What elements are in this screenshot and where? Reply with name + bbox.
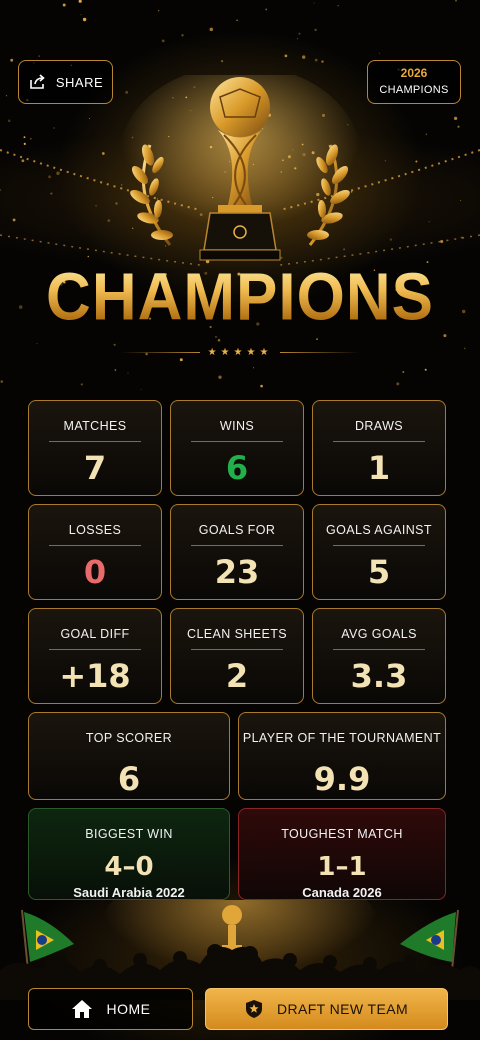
trophy-illustration (120, 75, 360, 261)
stat-card-wins: WINS 6 (170, 400, 304, 496)
home-label: HOME (106, 1001, 151, 1017)
stat-card-avg-goals: AVG GOALS 3.3 (312, 608, 446, 704)
stat-label: BIGGEST WIN (85, 827, 173, 841)
stat-detail: Canada 2026 (302, 885, 382, 900)
stat-value: 6 (117, 760, 141, 798)
stat-label: GOAL DIFF (60, 627, 130, 641)
stat-card-goals-against: GOALS AGAINST 5 (312, 504, 446, 600)
stat-value: 0 (83, 553, 107, 591)
stat-label: AVG GOALS (341, 627, 417, 641)
stat-separator (332, 649, 426, 650)
share-label: SHARE (55, 74, 104, 90)
stat-card-draws: DRAWS 1 (312, 400, 446, 496)
stat-separator (190, 441, 284, 442)
stat-separator (332, 441, 426, 442)
stat-label: WINS (219, 419, 255, 433)
stat-card-losses: LOSSES 0 (28, 504, 162, 600)
divider-line-left (120, 351, 200, 353)
title-divider: ★★★★★ (120, 345, 361, 359)
stat-label: TOP SCORER (85, 731, 173, 745)
stat-detail: Saudi Arabia 2022 (73, 885, 185, 900)
stat-value: 1–1 (317, 852, 367, 882)
badge-text: CHAMPIONS (379, 84, 449, 96)
stat-label: TOUGHEST MATCH (281, 827, 403, 841)
stat-label: GOALS AGAINST (326, 523, 432, 537)
stat-label: PLAYER OF THE TOURNAMENT (242, 731, 442, 745)
stat-card-top-scorer: TOP SCORER 6 (28, 712, 230, 800)
stat-value: 9.9 (313, 760, 371, 798)
stat-value: 5 (367, 553, 391, 591)
stat-card-clean-sheets: CLEAN SHEETS 2 (170, 608, 304, 704)
divider-stars: ★★★★★ (207, 346, 273, 358)
stat-separator (190, 545, 284, 546)
stat-value: 3.3 (350, 657, 408, 695)
share-button[interactable]: SHARE (18, 60, 113, 104)
page-title: CHAMPIONS (0, 259, 480, 336)
stat-label: DRAWS (354, 419, 404, 433)
stat-card-matches: MATCHES 7 (28, 400, 162, 496)
stat-card-player-of-tournament: PLAYER OF THE TOURNAMENT 9.9 (238, 712, 446, 800)
stat-value: +18 (59, 657, 131, 695)
shield-star-icon (245, 1000, 262, 1018)
home-icon (71, 1000, 92, 1018)
champions-badge: 2026 CHAMPIONS (367, 60, 461, 104)
stat-value: 23 (214, 553, 260, 591)
stat-value: 6 (225, 449, 249, 487)
stat-card-toughest-match: TOUGHEST MATCH 1–1 Canada 2026 (238, 808, 446, 900)
stat-value: 7 (83, 449, 107, 487)
stat-label: CLEAN SHEETS (187, 627, 287, 641)
stat-separator (190, 649, 284, 650)
stat-card-goals-for: GOALS FOR 23 (170, 504, 304, 600)
stat-value: 4–0 (104, 852, 154, 882)
share-icon (30, 74, 45, 89)
stat-value: 1 (367, 449, 391, 487)
stat-label: MATCHES (63, 419, 127, 433)
stat-separator (48, 545, 142, 546)
stat-card-goal-diff: GOAL DIFF +18 (28, 608, 162, 704)
stat-separator (332, 545, 426, 546)
stat-label: GOALS FOR (198, 523, 276, 537)
home-button[interactable]: HOME (28, 988, 193, 1030)
stat-separator (48, 441, 142, 442)
badge-year: 2026 (400, 66, 428, 80)
draft-new-team-button[interactable]: DRAFT NEW TEAM (205, 988, 448, 1030)
divider-line-right (280, 351, 361, 353)
stat-value: 2 (225, 657, 249, 695)
stat-card-biggest-win: BIGGEST WIN 4–0 Saudi Arabia 2022 (28, 808, 230, 900)
celebrating-crowd-illustration (0, 900, 480, 1000)
draft-label: DRAFT NEW TEAM (276, 1001, 409, 1017)
stat-label: LOSSES (68, 523, 122, 537)
stat-separator (48, 649, 142, 650)
